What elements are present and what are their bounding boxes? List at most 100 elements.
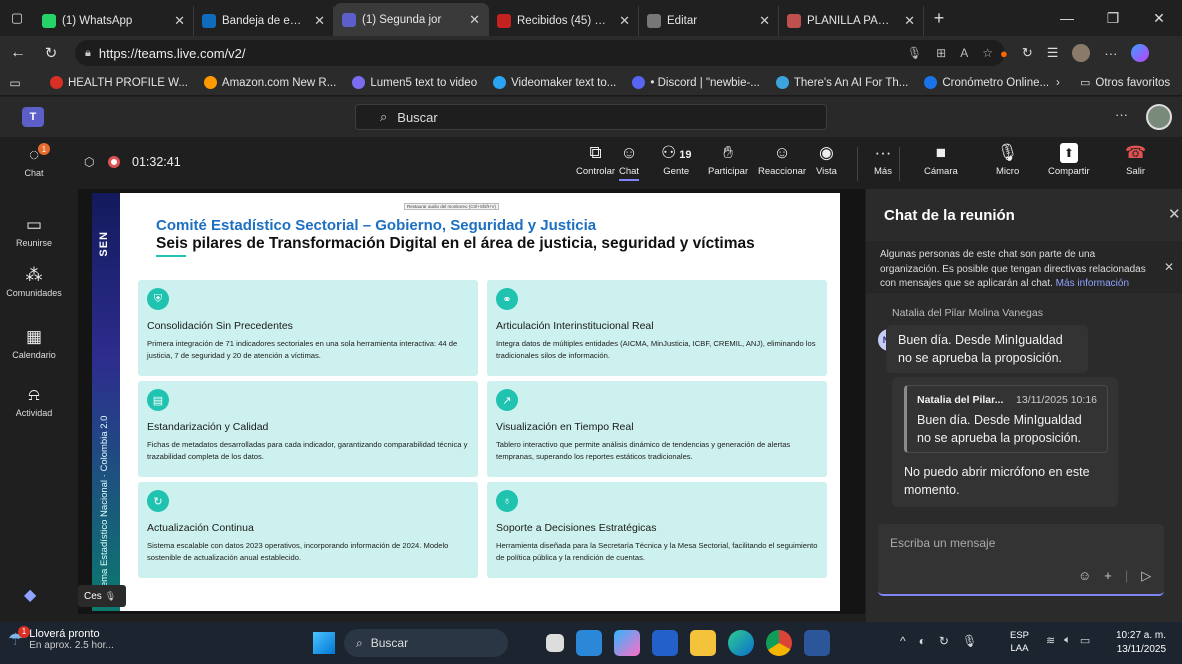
start-icon[interactable]	[313, 632, 335, 654]
back-icon[interactable]: ←	[0, 36, 36, 70]
control-reaccionar[interactable]: ☺ Reaccionar	[758, 143, 806, 177]
volume-icon[interactable]: 🔈︎	[1064, 634, 1071, 647]
browser-tab[interactable]: (1) WhatsApp ✕	[34, 6, 194, 36]
premium-diamond-icon[interactable]: ◆	[24, 585, 36, 605]
control-compartir[interactable]: ⬆ Compartir	[1048, 143, 1090, 177]
browser-tab[interactable]: Editar ✕	[639, 6, 779, 36]
browser-tab[interactable]: Recibidos (45) - liberal ✕	[489, 6, 639, 36]
tray-sync-icon[interactable]: ↻	[939, 634, 949, 648]
tray-mic-icon[interactable]: 🎙︎	[962, 634, 977, 648]
taskbar-search[interactable]: ⌕ Buscar	[344, 629, 508, 657]
l-app-icon[interactable]	[652, 630, 678, 656]
add-icon[interactable]: +	[1104, 568, 1112, 584]
other-favorites[interactable]: ▭ Otros favoritos	[1080, 76, 1170, 90]
control-vista[interactable]: ◉ Vista	[816, 143, 837, 177]
url-field[interactable]: 🔒︎ https://teams.live.com/v2/ 🎙︎ ⊞ A ☆	[75, 40, 1005, 66]
send-icon[interactable]: ▷	[1141, 568, 1151, 584]
browser-tab[interactable]: (1) Segunda jor ✕	[334, 3, 489, 36]
rail-item-reunirse[interactable]: ▭ Reunirse	[0, 215, 68, 248]
rail-item-chat[interactable]: ◌ 1 Chat	[0, 143, 68, 178]
tray-overflow-icon[interactable]: ^	[900, 634, 906, 648]
compose-placeholder: Escriba un mensaje	[890, 536, 996, 550]
browser-tab[interactable]: PLANILLA PAGADA NO ✕	[779, 6, 924, 36]
new-tab-button[interactable]: +	[924, 3, 954, 33]
control-participar[interactable]: ✋︎ Participar	[708, 143, 748, 177]
emoji-icon[interactable]: ☺	[1078, 568, 1091, 584]
bookmark-item[interactable]: Lumen5 text to video	[352, 76, 477, 89]
battery-icon[interactable]: ▭	[1080, 634, 1090, 647]
store-icon[interactable]	[576, 630, 602, 656]
bookmark-favicon	[632, 76, 646, 89]
control-micro[interactable]: 🎙︎ Micro	[996, 143, 1019, 177]
tray-app-icon[interactable]: ◐	[919, 634, 926, 648]
file-explorer-icon[interactable]	[690, 630, 716, 656]
rail-item-calendario[interactable]: ▦ Calendario	[0, 327, 68, 360]
message-bubble[interactable]: Buen día. Desde MinIgualdad no se aprueb…	[886, 325, 1088, 373]
edge-icon[interactable]	[728, 630, 754, 656]
wifi-icon[interactable]: ≋	[1046, 634, 1055, 647]
sidebar-toggle-icon[interactable]: ▭	[0, 76, 30, 90]
control-controlar[interactable]: ⧉ Controlar	[576, 143, 615, 177]
weather-widget[interactable]: ☂ 1 Lloverá pronto En aprox. 2.5 hor...	[8, 625, 114, 651]
user-avatar[interactable]	[1146, 104, 1172, 130]
task-view-icon[interactable]	[546, 634, 564, 652]
bookmark-item[interactable]: There's An AI For Th...	[775, 76, 908, 89]
bookmarks-overflow-icon[interactable]: ›	[1056, 77, 1060, 89]
address-toolbar: ← ↻ 🔒︎ https://teams.live.com/v2/ 🎙︎ ⊞ A…	[0, 36, 1182, 70]
bookmark-item[interactable]: Cronómetro Online...	[924, 76, 1049, 89]
close-tab-icon[interactable]: ✕	[904, 13, 915, 29]
control-salir[interactable]: ☎︎ Salir	[1125, 143, 1146, 177]
tab-favicon	[497, 14, 511, 28]
copilot-icon[interactable]	[1131, 44, 1150, 62]
profile-avatar[interactable]	[1072, 44, 1091, 62]
mic-icon[interactable]: 🎙︎	[907, 46, 922, 60]
rail-item-actividad[interactable]: ⍾ Actividad	[0, 385, 68, 418]
close-window-icon[interactable]: ✕	[1136, 0, 1182, 36]
close-tab-icon[interactable]: ✕	[314, 13, 325, 29]
word-icon[interactable]	[804, 630, 830, 656]
teams-search-input[interactable]: ⌕ Buscar	[355, 104, 827, 130]
extension-icon[interactable]: ●	[1000, 46, 1008, 61]
divider-2	[899, 147, 900, 181]
control-chat[interactable]: ☺ Chat	[619, 143, 640, 181]
refresh-icon[interactable]: ↻	[36, 36, 66, 70]
more-info-link[interactable]: Más información	[1056, 278, 1129, 289]
quoted-message[interactable]: Natalia del Pilar... 13/11/2025 10:16 Bu…	[904, 385, 1108, 453]
teams-logo[interactable]: T	[22, 107, 44, 127]
compose-box[interactable]: Escriba un mensaje ☺ + | ▷	[878, 524, 1164, 596]
more-menu-icon[interactable]: ···	[1104, 46, 1117, 61]
read-aloud-icon[interactable]: A	[960, 46, 968, 60]
close-tab-icon[interactable]: ✕	[174, 13, 185, 29]
close-chat-icon[interactable]: ✕	[1168, 205, 1181, 223]
control-cámara[interactable]: ■ Cámara	[924, 143, 958, 177]
reply-bubble[interactable]: Natalia del Pilar... 13/11/2025 10:16 Bu…	[892, 377, 1118, 507]
browser-tab[interactable]: Bandeja de entrada: Jol ✕	[194, 6, 334, 36]
reload-ext-icon[interactable]: ↻	[1022, 45, 1033, 61]
control-gente[interactable]: ⚇ 19 Gente	[661, 143, 692, 177]
favorite-star-icon[interactable]: ☆	[982, 46, 993, 60]
more-options-icon[interactable]: ···	[1115, 107, 1128, 122]
copilot-taskbar-icon[interactable]	[614, 630, 640, 656]
pillar-card: ↻ Actualización Continua Sistema escalable…	[138, 482, 478, 578]
bookmark-item[interactable]: Videomaker text to...	[493, 76, 616, 89]
card-title: Visualización en Tiempo Real	[496, 421, 634, 433]
bookmark-item[interactable]: • Discord | "newbie-...	[632, 76, 760, 89]
tab-actions-icon[interactable]: ▢	[0, 0, 34, 36]
close-tab-icon[interactable]: ✕	[619, 13, 630, 29]
close-notice-icon[interactable]: ✕	[1164, 260, 1174, 275]
language-indicator[interactable]: ESP LAA	[1010, 629, 1029, 655]
minimize-icon[interactable]: —	[1044, 0, 1090, 36]
weather-icon: ☂ 1	[8, 625, 30, 650]
clock[interactable]: 10:27 a. m. 13/11/2025	[1116, 629, 1166, 657]
control-más[interactable]: ··· Más	[874, 143, 892, 177]
rail-item-comunidades[interactable]: ⁂ Comunidades	[0, 265, 68, 298]
bookmark-item[interactable]: HEALTH PROFILE W...	[50, 76, 188, 89]
bookmark-item[interactable]: Amazon.com New R...	[203, 76, 336, 89]
chrome-icon[interactable]	[766, 630, 792, 656]
favorites-icon[interactable]: ☰	[1047, 45, 1059, 61]
windows-taskbar: ☂ 1 Lloverá pronto En aprox. 2.5 hor... …	[0, 622, 1182, 664]
restore-icon[interactable]: ❐	[1090, 0, 1136, 36]
close-tab-icon[interactable]: ✕	[469, 12, 480, 28]
apps-icon[interactable]: ⊞	[936, 46, 946, 60]
close-tab-icon[interactable]: ✕	[759, 13, 770, 29]
